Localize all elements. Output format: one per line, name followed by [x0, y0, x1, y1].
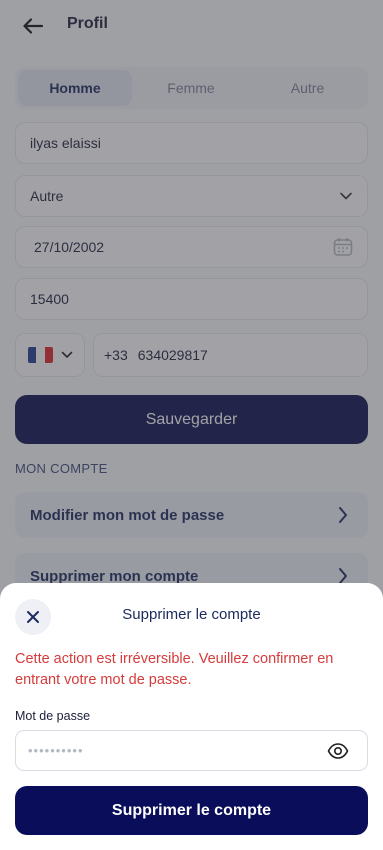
- close-button[interactable]: [15, 599, 51, 635]
- password-field: [15, 730, 368, 771]
- close-icon: [27, 611, 39, 623]
- warning-text: Cette action est irréversible. Veuillez …: [15, 651, 334, 688]
- delete-account-sheet: Supprimer le compte Cette action est irr…: [0, 583, 383, 850]
- password-label: Mot de passe: [15, 709, 91, 723]
- password-input[interactable]: [28, 731, 318, 770]
- eye-icon[interactable]: [327, 740, 349, 762]
- confirm-delete-button[interactable]: Supprimer le compte: [15, 786, 368, 835]
- sheet-title: Supprimer le compte: [122, 606, 261, 623]
